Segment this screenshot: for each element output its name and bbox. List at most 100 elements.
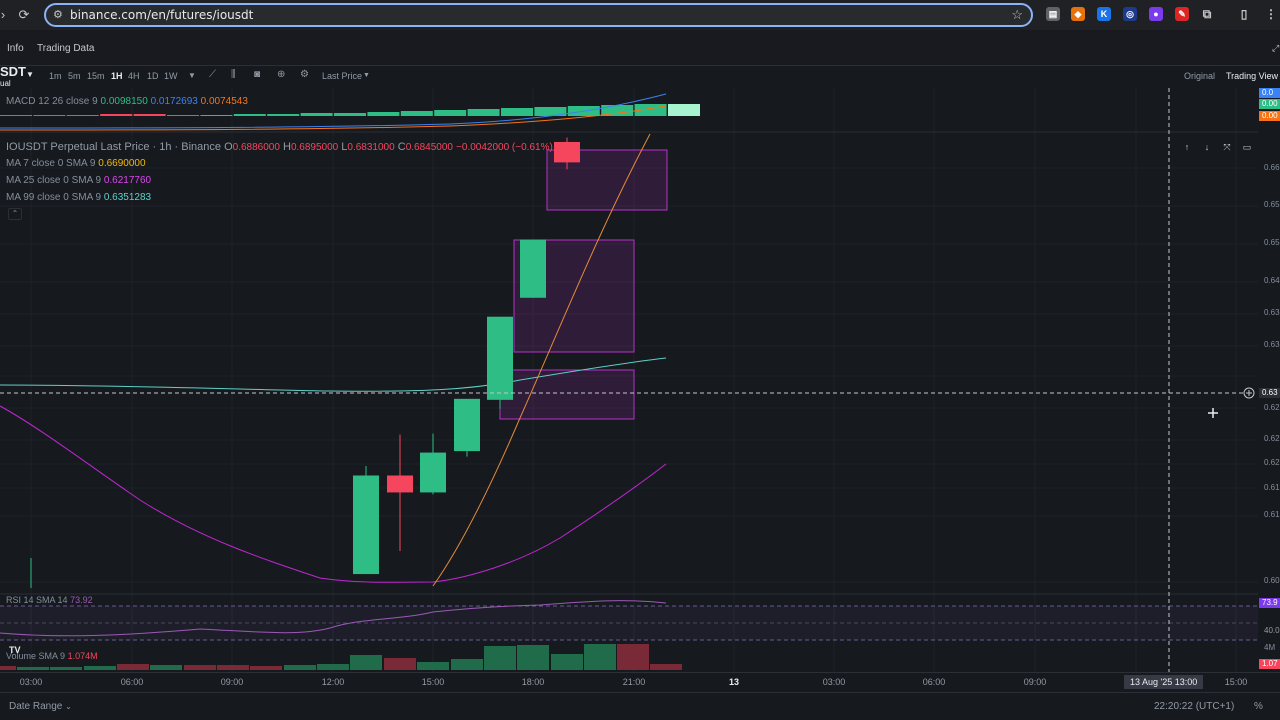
price-tick: 0.62 [1264, 403, 1280, 412]
price-tick: 0.66 [1264, 163, 1280, 172]
volume-bar [584, 644, 616, 670]
expand-icon[interactable]: ⤢ [1272, 43, 1279, 54]
volume-bar [451, 659, 483, 670]
macd-histogram-bar [501, 108, 533, 116]
rsi-band [0, 606, 1258, 640]
view-original[interactable]: Original [1184, 71, 1215, 81]
volume-bar [317, 664, 349, 670]
price-tick: 0.63 [1264, 340, 1280, 349]
macd-histogram-bar [66, 115, 99, 116]
purple-extension-icon[interactable]: ● [1149, 7, 1163, 21]
tab-info[interactable]: Info [7, 43, 24, 54]
tab-trading-data[interactable]: Trading Data [37, 43, 94, 54]
low-value: 0.6831000 [347, 142, 395, 153]
ma7-label: MA 7 close 0 SMA 9 [6, 158, 96, 169]
ma99-label: MA 99 close 0 SMA 9 [6, 192, 102, 203]
rsi-value: 73.92 [70, 595, 93, 605]
macd-label: MACD 12 26 close 9 [6, 96, 98, 107]
macd-histogram-bar [167, 115, 199, 116]
indicators-icon[interactable]: ⟋ [209, 69, 216, 80]
candle-body [353, 475, 379, 575]
macd-histogram-bar [133, 114, 166, 116]
percent-scale-toggle[interactable]: % [1254, 701, 1263, 712]
change-value: −0.0042000 (−0.61%) [456, 142, 553, 153]
time-tick: 09:00 [220, 677, 244, 687]
rsi-level-label: 40.0 [1264, 626, 1280, 635]
volume-bar [184, 665, 216, 670]
macd-legend: MACD 12 26 close 9 0.0098150 0.0172693 0… [6, 96, 248, 107]
candle-body [520, 239, 546, 298]
settings-gear-icon[interactable]: ⚙ [300, 69, 309, 80]
collapse-legend-chevron-icon[interactable]: ⌃ [8, 208, 22, 220]
url-text: binance.com/en/futures/iousdt [70, 8, 254, 22]
volume-bar [484, 646, 516, 670]
macd-histogram-bar [267, 114, 300, 116]
time-tick: 09:00 [1023, 677, 1047, 687]
chart-canvas[interactable] [0, 88, 1258, 672]
price-type-select[interactable]: Last Price [322, 71, 362, 81]
timeframe-4h[interactable]: 4H [128, 71, 140, 81]
puzzle-extensions-icon[interactable]: ⧉ [1200, 7, 1214, 21]
k-extension-icon[interactable]: K [1097, 7, 1111, 21]
price-type-chevron-icon[interactable]: ▼ [363, 72, 370, 79]
move-pane-up-icon[interactable]: ↑ [1180, 140, 1194, 154]
timeframe-1m[interactable]: 1m [49, 71, 62, 81]
view-tradingview[interactable]: Trading View [1226, 71, 1278, 81]
timeframe-15m[interactable]: 15m [87, 71, 105, 81]
reader-mode-icon[interactable]: ▤ [1046, 7, 1060, 21]
time-axis[interactable]: 03:00 06:00 09:00 12:00 15:00 18:00 21:0… [0, 672, 1280, 692]
pane-settings-icon[interactable]: ▭ [1240, 140, 1254, 154]
macd-histogram-bar [400, 111, 433, 116]
price-tick: 0.65 [1264, 200, 1280, 209]
ma7-legend: MA 7 close 0 SMA 9 0.6690000 [6, 158, 146, 169]
volume-tag: 1.07 [1259, 659, 1280, 669]
price-tick: 0.60 [1264, 576, 1280, 585]
site-info-icon[interactable]: ⚙ [53, 8, 63, 21]
macd-histogram-bar [233, 114, 266, 116]
red-extension-icon[interactable]: ✎ [1175, 7, 1189, 21]
camera-icon[interactable]: ◙ [254, 69, 260, 80]
symbol-subtitle: ual [0, 79, 11, 88]
open-label: O [224, 141, 233, 153]
candle-type-icon[interactable]: ⫼ [231, 69, 236, 80]
sidebar-icon[interactable]: ▯ [1237, 7, 1251, 21]
volume-bar [150, 665, 182, 670]
rsi-tag: 73.9 [1259, 598, 1280, 608]
fox-extension-icon[interactable]: ◆ [1071, 7, 1085, 21]
candle-body [454, 398, 480, 452]
volume-bar [250, 666, 282, 670]
volume-pane [0, 644, 682, 670]
price-scale[interactable]: 0.0 0.00 0.00 0.66 0.65 0.65 0.64 0.63 0… [1258, 88, 1280, 672]
chevron-down-icon[interactable]: ▼ [26, 70, 34, 79]
symbol-selector[interactable]: SDT [0, 64, 26, 79]
timeframe-1w[interactable]: 1W [164, 71, 178, 81]
ma99-value: 0.6351283 [103, 192, 152, 203]
timeframe-1h[interactable]: 1H [111, 71, 123, 81]
forward-icon[interactable]: › [0, 6, 12, 24]
wallet-extension-icon[interactable]: ◎ [1123, 7, 1137, 21]
tradingview-logo: TV [9, 645, 21, 655]
more-timeframes-chevron-icon[interactable]: ▼ [188, 71, 196, 80]
bookmark-star-icon[interactable]: ☆ [1011, 7, 1023, 23]
date-range-button[interactable]: Date Range ⌄ [9, 701, 72, 712]
high-value: 0.6895000 [290, 142, 339, 153]
price-tick: 0.63 [1264, 308, 1280, 317]
maximize-pane-icon[interactable]: ⤧ [1220, 140, 1234, 154]
volume-scale-label: 4M [1264, 643, 1276, 652]
browser-toolbar: › ⟳ ⚙ binance.com/en/futures/iousdt ☆ ▤ … [0, 0, 1280, 30]
add-icon[interactable]: ⊕ [277, 69, 285, 80]
menu-dots-icon[interactable]: ⋮ [1264, 7, 1278, 21]
chevron-down-icon: ⌄ [65, 702, 72, 711]
chart-footer: Date Range ⌄ 22:20:22 (UTC+1) % [0, 692, 1280, 720]
volume-bar [650, 664, 682, 670]
move-pane-down-icon[interactable]: ↓ [1200, 140, 1214, 154]
address-bar[interactable]: ⚙ binance.com/en/futures/iousdt ☆ [44, 3, 1033, 27]
timeframe-5m[interactable]: 5m [68, 71, 81, 81]
reload-icon[interactable]: ⟳ [15, 6, 33, 24]
timeframe-1d[interactable]: 1D [147, 71, 159, 81]
rsi-label: RSI 14 SMA 14 [6, 595, 68, 605]
macd-histogram-bar [33, 115, 66, 116]
volume-bar [117, 664, 149, 670]
highlight-zone [499, 369, 635, 420]
price-tick: 0.61 [1264, 483, 1280, 492]
